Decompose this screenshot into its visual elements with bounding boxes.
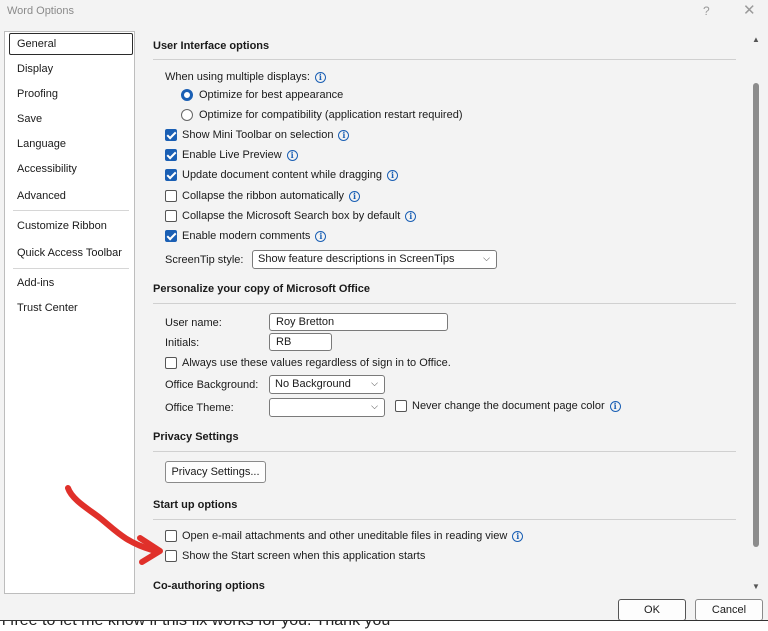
checkbox-checked[interactable] (165, 129, 177, 141)
cancel-button[interactable]: Cancel (695, 599, 763, 621)
info-icon: i (512, 530, 524, 542)
username-label: User name: (165, 317, 222, 329)
nav-item-general[interactable]: General (9, 33, 133, 55)
section-ui-options: User Interface options (153, 40, 270, 52)
info-icon: i (338, 129, 350, 141)
office-background-select[interactable]: No Background ⌵ (269, 375, 385, 394)
radio-button[interactable] (181, 109, 193, 121)
initials-label: Initials: (165, 337, 200, 349)
background-document-text: l free to let me know if this fix works … (0, 620, 768, 631)
info-icon: i (286, 149, 298, 161)
checkbox-always-use[interactable]: Always use these values regardless of si… (165, 357, 451, 369)
nav-item-quick-access-toolbar[interactable]: Quick Access Toolbar (9, 242, 133, 264)
checkbox-open-attachments-reading-view[interactable]: Open e-mail attachments and other unedit… (165, 530, 524, 542)
section-divider (153, 59, 736, 60)
info-icon: i (349, 190, 361, 202)
window-title: Word Options (7, 5, 75, 17)
checkbox-update-dragging[interactable]: Update document content while dragging i (165, 169, 398, 181)
general-options-panel: User Interface options When using multip… (143, 31, 748, 594)
screentip-style-select[interactable]: Show feature descriptions in ScreenTips … (252, 250, 497, 269)
nav-item-proofing[interactable]: Proofing (9, 83, 133, 105)
info-icon: i (315, 230, 327, 242)
nav-item-add-ins[interactable]: Add-ins (9, 272, 133, 294)
info-icon: i (314, 71, 326, 83)
nav-item-save[interactable]: Save (9, 108, 133, 130)
checkbox-collapse-search[interactable]: Collapse the Microsoft Search box by def… (165, 210, 417, 222)
checkbox-modern-comments[interactable]: Enable modern comments i (165, 230, 327, 242)
section-divider (153, 303, 736, 304)
nav-item-language[interactable]: Language (9, 133, 133, 155)
chevron-down-icon: ⌵ (483, 253, 490, 263)
nav-item-trust-center[interactable]: Trust Center (9, 297, 133, 319)
radio-best-appearance[interactable]: Optimize for best appearance (181, 89, 343, 101)
section-divider (153, 519, 736, 520)
section-privacy: Privacy Settings (153, 431, 239, 443)
help-button[interactable]: ? (703, 4, 710, 18)
checkbox-show-start-screen[interactable]: Show the Start screen when this applicat… (165, 550, 425, 562)
radio-button-selected[interactable] (181, 89, 193, 101)
nav-item-accessibility[interactable]: Accessibility (9, 158, 133, 180)
checkbox-live-preview[interactable]: Enable Live Preview i (165, 149, 298, 161)
scroll-up-arrow-icon[interactable]: ▲ (752, 35, 760, 44)
scrollbar-thumb[interactable] (753, 83, 759, 547)
checkbox-checked[interactable] (165, 149, 177, 161)
close-button[interactable]: ✕ (743, 1, 756, 19)
annotation-arrow-icon (65, 485, 163, 565)
nav-divider (13, 210, 129, 211)
chevron-down-icon: ⌵ (371, 401, 378, 411)
office-theme-select[interactable]: ⌵ (269, 398, 385, 417)
checkbox-checked[interactable] (165, 169, 177, 181)
info-icon: i (386, 169, 398, 181)
section-coauthoring: Co-authoring options (153, 580, 265, 592)
nav-item-advanced[interactable]: Advanced (9, 185, 133, 207)
info-icon: i (405, 210, 417, 222)
office-background-label: Office Background: (165, 379, 259, 391)
username-input[interactable]: Roy Bretton (269, 313, 448, 331)
checkbox[interactable] (165, 210, 177, 222)
office-theme-label: Office Theme: (165, 402, 234, 414)
info-icon: i (609, 400, 621, 412)
privacy-settings-button[interactable]: Privacy Settings... (165, 461, 266, 483)
checkbox-checked[interactable] (165, 230, 177, 242)
multi-display-label: When using multiple displays: i (165, 71, 326, 83)
checkbox-never-change-page-color[interactable]: Never change the document page color i (395, 400, 621, 412)
screentip-label: ScreenTip style: (165, 254, 244, 266)
content-scrollbar[interactable]: ▲ ▼ (750, 31, 762, 594)
scroll-down-arrow-icon[interactable]: ▼ (752, 582, 760, 591)
checkbox-mini-toolbar[interactable]: Show Mini Toolbar on selection i (165, 129, 350, 141)
checkbox[interactable] (165, 190, 177, 202)
checkbox-collapse-ribbon[interactable]: Collapse the ribbon automatically i (165, 190, 361, 202)
title-bar: Word Options ? ✕ (0, 0, 768, 22)
nav-item-display[interactable]: Display (9, 58, 133, 80)
nav-divider (13, 268, 129, 269)
initials-input[interactable]: RB (269, 333, 332, 351)
ok-button[interactable]: OK (618, 599, 686, 621)
section-personalize: Personalize your copy of Microsoft Offic… (153, 283, 370, 295)
section-divider (153, 451, 736, 452)
chevron-down-icon: ⌵ (371, 378, 378, 388)
radio-compatibility[interactable]: Optimize for compatibility (application … (181, 109, 463, 121)
checkbox[interactable] (395, 400, 407, 412)
checkbox[interactable] (165, 357, 177, 369)
nav-item-customize-ribbon[interactable]: Customize Ribbon (9, 215, 133, 237)
